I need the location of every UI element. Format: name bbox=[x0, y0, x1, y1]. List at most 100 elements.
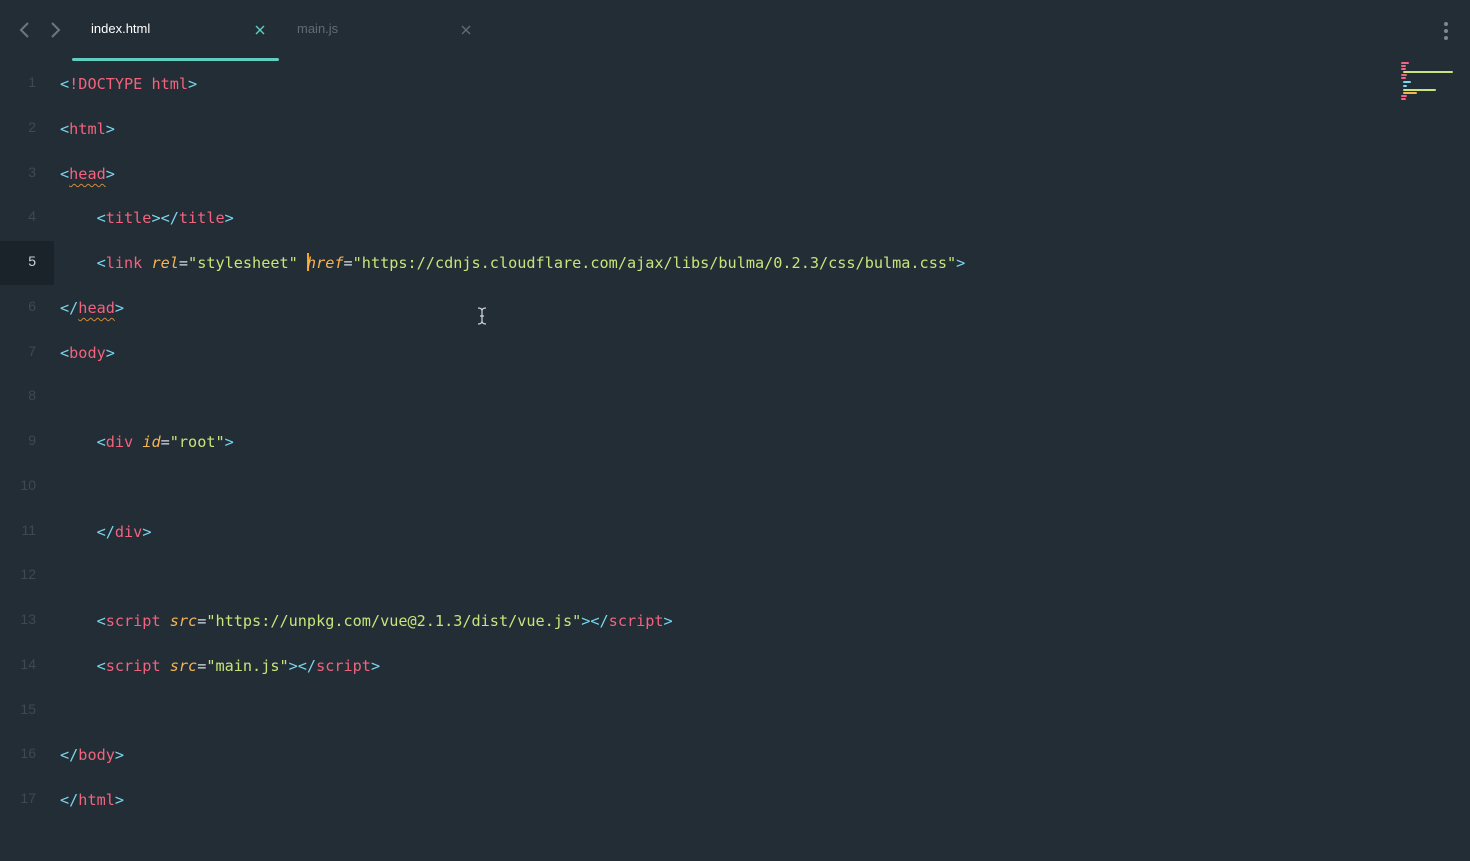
code-token: src bbox=[169, 657, 198, 675]
code-token: title bbox=[178, 209, 225, 227]
gutter: 5 bbox=[0, 241, 54, 285]
line-number: 17 bbox=[20, 790, 36, 806]
line-number: 14 bbox=[20, 656, 36, 672]
line-number: 10 bbox=[20, 477, 36, 493]
code-token: title bbox=[105, 209, 152, 227]
code-line[interactable]: 7 <body> bbox=[0, 331, 1390, 375]
code-token: > bbox=[188, 75, 198, 93]
gutter: 8 bbox=[0, 375, 54, 419]
gutter: 12 bbox=[0, 554, 54, 598]
code-token: < bbox=[60, 120, 70, 138]
code-line[interactable]: 13 <script src="https://unpkg.com/vue@2.… bbox=[0, 599, 1390, 643]
gutter: 13 bbox=[0, 599, 54, 643]
code-editor[interactable]: 1 <!DOCTYPE html> 2 <html> 3 <head> 4 <title><… bbox=[0, 62, 1390, 861]
code-token: < bbox=[96, 433, 106, 451]
line-number: 1 bbox=[28, 74, 36, 90]
gutter: 1 bbox=[0, 62, 54, 106]
code-token: href bbox=[306, 254, 344, 272]
code-token: > bbox=[105, 120, 115, 138]
code-text: </head> bbox=[60, 298, 124, 318]
code-line[interactable]: 9 <div id="root"> bbox=[0, 420, 1390, 464]
code-token: > bbox=[663, 612, 673, 630]
code-token: head bbox=[69, 165, 106, 183]
gutter: 3 bbox=[0, 152, 54, 196]
code-token: "root" bbox=[169, 433, 225, 451]
code-line[interactable]: 14 <script src="main.js"></script> bbox=[0, 644, 1390, 688]
more-vertical-icon[interactable] bbox=[1440, 20, 1454, 42]
code-token: > bbox=[105, 165, 115, 183]
code-line[interactable]: 10 bbox=[0, 465, 1390, 509]
code-token: > bbox=[224, 433, 234, 451]
gutter: 7 bbox=[0, 331, 54, 375]
tab-main-js[interactable]: main.js bbox=[279, 0, 479, 62]
code-text: </html> bbox=[60, 790, 124, 810]
code-line[interactable]: 2 <html> bbox=[0, 107, 1390, 151]
code-token: > bbox=[114, 299, 125, 317]
line-number: 15 bbox=[20, 701, 36, 717]
code-text: <head> bbox=[60, 164, 115, 184]
code-line[interactable]: 15 bbox=[0, 689, 1390, 733]
code-token: body bbox=[69, 344, 106, 362]
code-token: script bbox=[105, 612, 170, 630]
code-token: > bbox=[370, 657, 381, 675]
line-number: 6 bbox=[28, 298, 36, 314]
gutter: 4 bbox=[0, 196, 54, 240]
code-token: > bbox=[105, 344, 115, 362]
line-number: 4 bbox=[28, 208, 36, 224]
close-icon[interactable] bbox=[459, 22, 473, 38]
code-text: <script src="https://unpkg.com/vue@2.1.3… bbox=[60, 611, 673, 631]
gutter: 11 bbox=[0, 510, 54, 554]
code-line[interactable]: 11 </div> bbox=[0, 510, 1390, 554]
code-line[interactable]: 6 </head> bbox=[0, 286, 1390, 330]
code-text: <body> bbox=[60, 343, 115, 363]
code-token: > bbox=[956, 254, 966, 272]
code-token: ></ bbox=[151, 209, 179, 227]
tab-label: main.js bbox=[297, 21, 339, 36]
gutter: 6 bbox=[0, 286, 54, 330]
text-cursor-icon bbox=[476, 306, 488, 326]
code-token: html bbox=[78, 791, 115, 809]
gutter: 10 bbox=[0, 465, 54, 509]
code-token: link bbox=[105, 254, 152, 272]
chevron-left-icon[interactable] bbox=[18, 20, 32, 40]
minimap[interactable] bbox=[1398, 60, 1458, 102]
code-line[interactable]: 8 bbox=[0, 375, 1390, 419]
gutter: 9 bbox=[0, 420, 54, 464]
code-text: <div id="root"> bbox=[60, 432, 234, 452]
code-token: < bbox=[96, 657, 106, 675]
code-token: ></ bbox=[288, 657, 317, 675]
code-line[interactable]: 1 <!DOCTYPE html> bbox=[0, 62, 1390, 106]
line-number: 13 bbox=[20, 611, 36, 627]
close-icon[interactable] bbox=[253, 22, 267, 38]
code-token: id bbox=[142, 433, 161, 451]
line-number: 16 bbox=[20, 745, 36, 761]
code-token: "stylesheet" bbox=[188, 254, 307, 272]
line-number: 5 bbox=[28, 253, 36, 269]
line-number: 9 bbox=[28, 432, 36, 448]
code-token: < bbox=[60, 344, 70, 362]
chevron-right-icon[interactable] bbox=[48, 20, 62, 40]
gutter: 15 bbox=[0, 689, 54, 733]
code-line[interactable]: 16 </body> bbox=[0, 733, 1390, 777]
code-line[interactable]: 17 </html> bbox=[0, 778, 1390, 822]
code-line[interactable]: 4 <title></title> bbox=[0, 196, 1390, 240]
code-token: "https://unpkg.com/vue@2.1.3/dist/vue.js… bbox=[206, 612, 582, 630]
code-text: </body> bbox=[60, 745, 124, 765]
code-text: <title></title> bbox=[60, 208, 234, 228]
gutter: 14 bbox=[0, 644, 54, 688]
code-token: > bbox=[114, 746, 125, 764]
active-tab-indicator bbox=[72, 58, 279, 61]
code-token: > bbox=[114, 791, 125, 809]
code-line[interactable]: 5 <link rel="stylesheet" href="https://c… bbox=[0, 241, 1390, 285]
code-token: > bbox=[142, 523, 152, 541]
code-line[interactable]: 12 bbox=[0, 554, 1390, 598]
line-number: 3 bbox=[28, 164, 36, 180]
code-token: = bbox=[197, 612, 207, 630]
code-line[interactable]: 3 <head> bbox=[0, 152, 1390, 196]
tab-index-html[interactable]: index.html bbox=[72, 0, 279, 62]
code-token: </ bbox=[60, 299, 79, 317]
